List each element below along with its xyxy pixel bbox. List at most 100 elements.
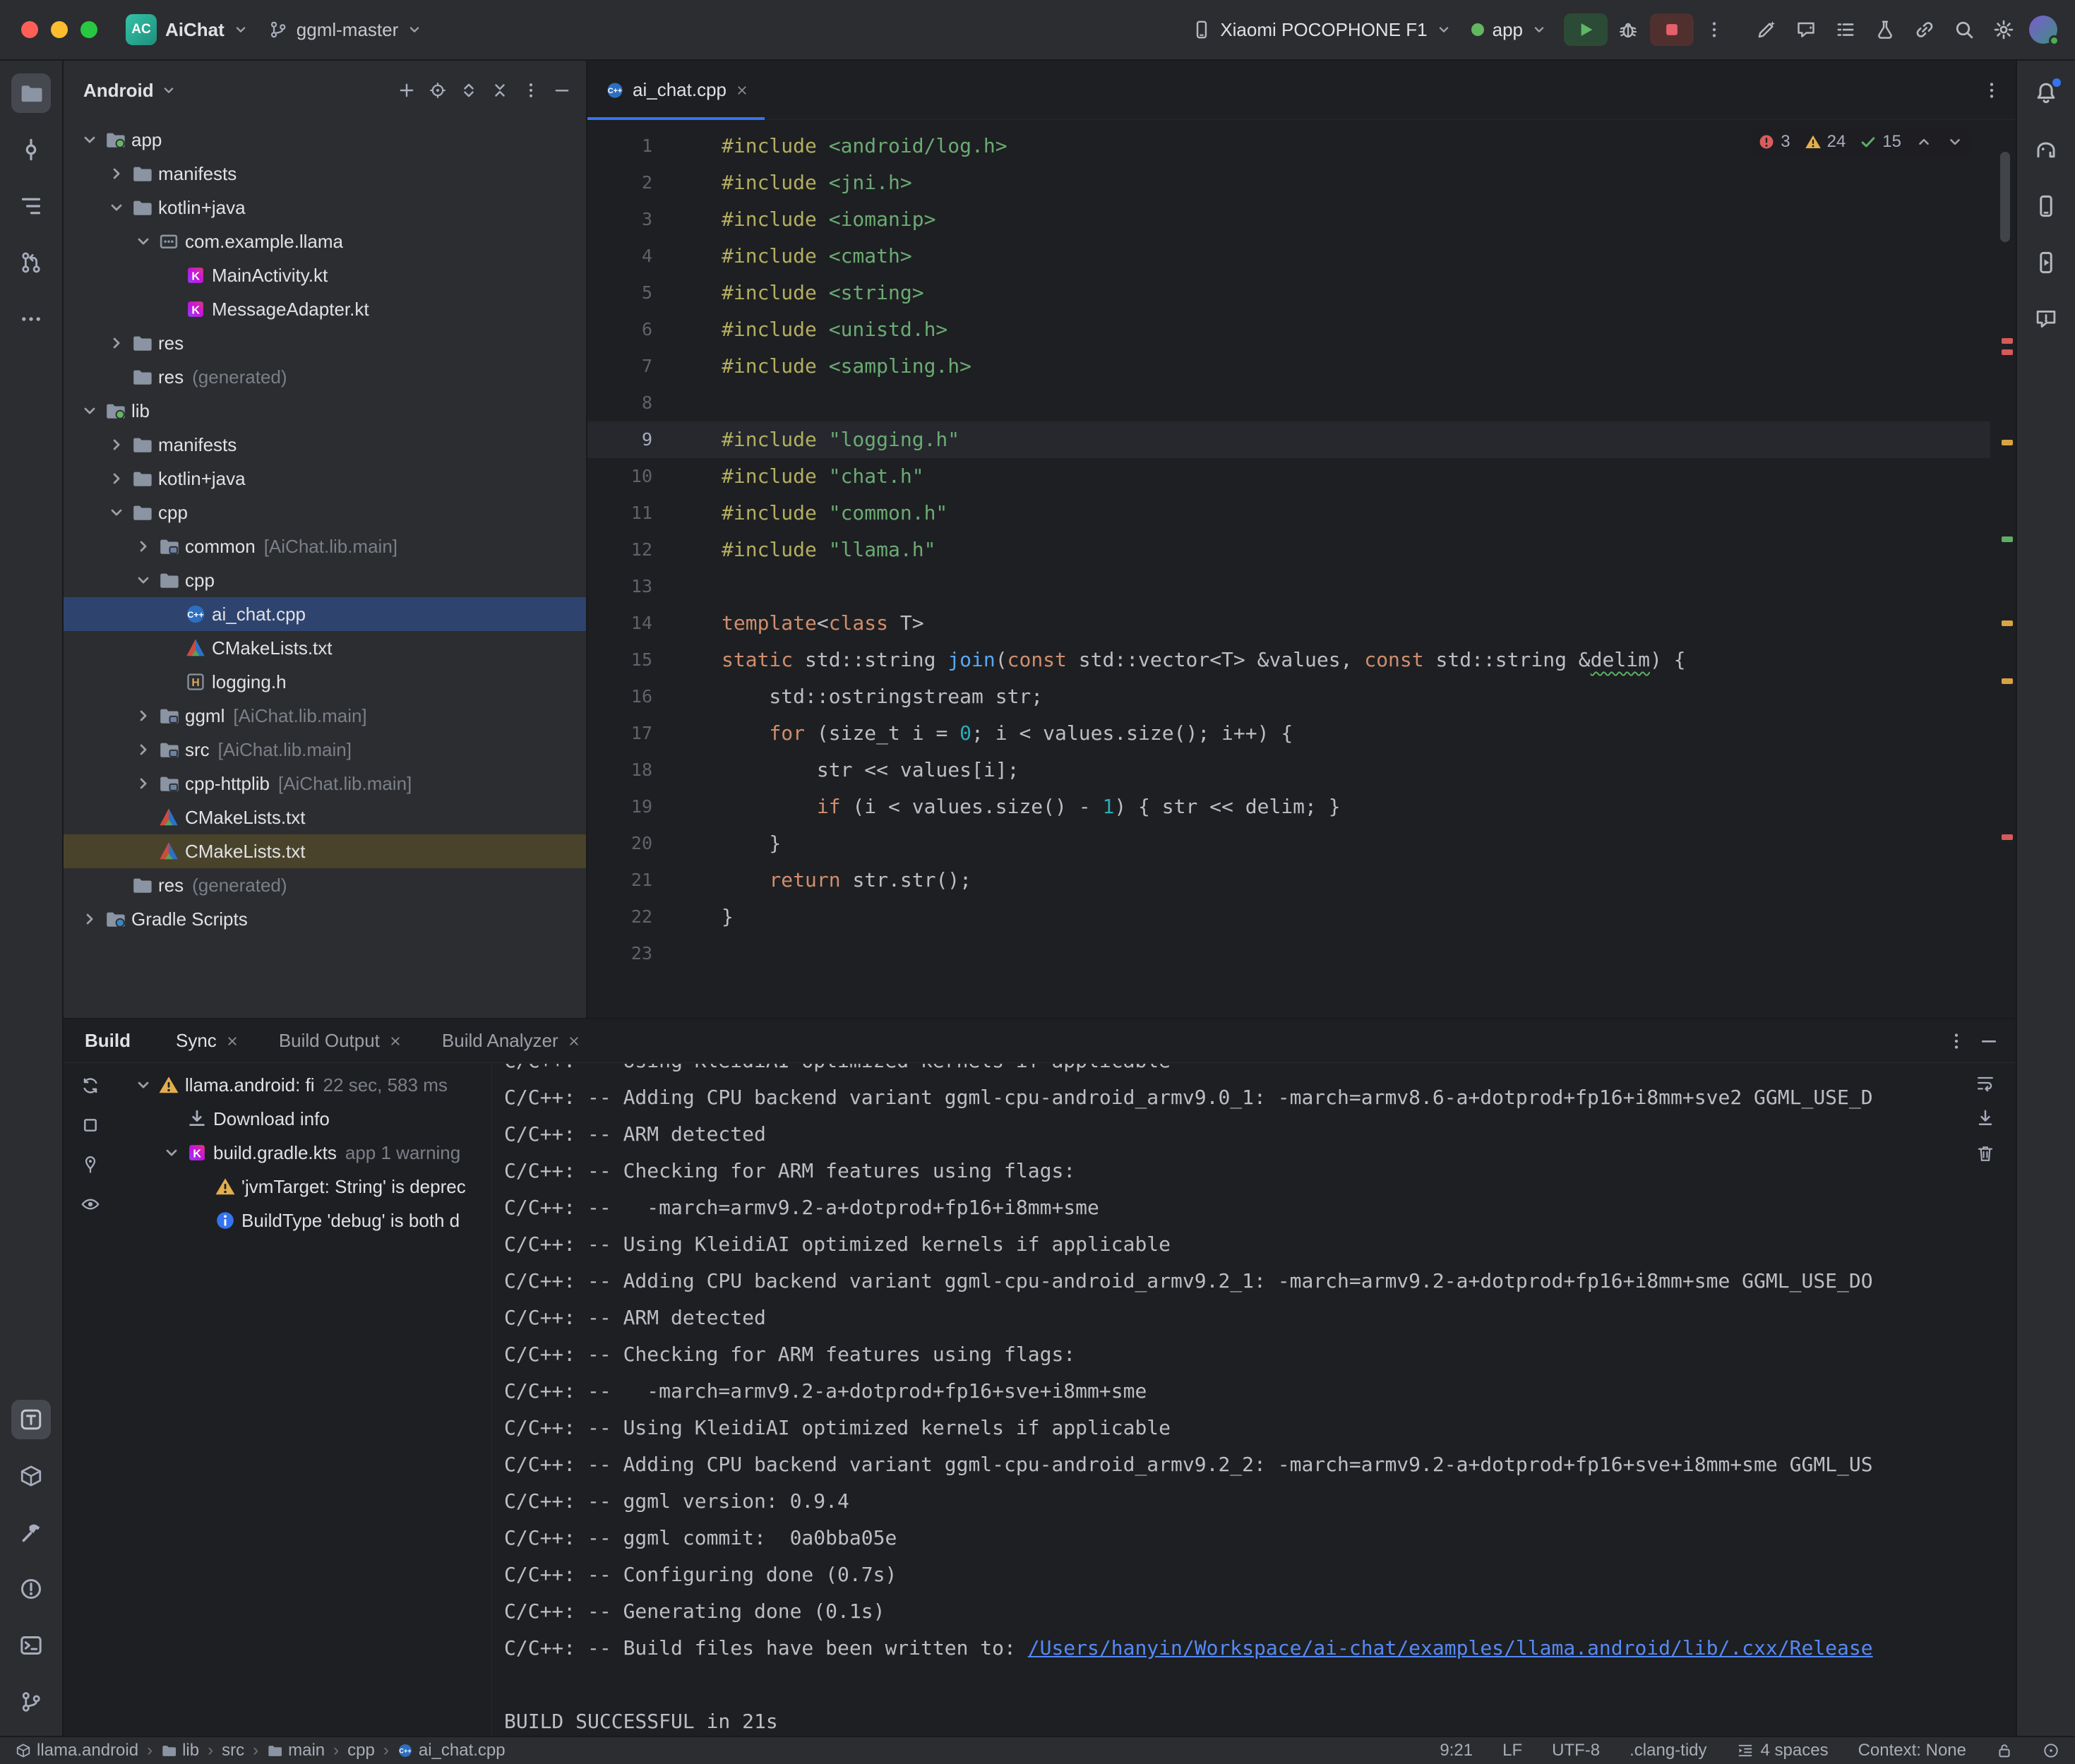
more-tool-windows-button[interactable] — [11, 299, 51, 339]
search-everywhere-button[interactable] — [1948, 13, 1980, 46]
breadcrumb-main[interactable]: main — [267, 1741, 325, 1760]
task-list-button[interactable] — [1829, 13, 1862, 46]
experiments-button[interactable] — [1869, 13, 1901, 46]
console-file-link[interactable]: /Users/hanyin/Workspace/ai-chat/examples… — [1028, 1636, 1873, 1660]
problems-tool-button[interactable] — [11, 1569, 51, 1609]
tree-item-ggml[interactable]: ggml[AiChat.lib.main] — [64, 699, 586, 733]
settings-button[interactable] — [1987, 13, 2020, 46]
breadcrumb-ai-chat-cpp[interactable]: C++ai_chat.cpp — [397, 1741, 506, 1760]
gradle-tool-button[interactable] — [2026, 130, 2066, 169]
debug-button[interactable] — [1612, 13, 1644, 46]
code-line-2[interactable]: 2#include <jni.h> — [587, 164, 1990, 201]
tree-item-res[interactable]: res(generated) — [64, 360, 586, 394]
tree-item-cmakelists-txt[interactable]: CMakeLists.txt — [64, 834, 586, 868]
run-configuration-selector[interactable]: app — [1461, 13, 1557, 47]
code-line-8[interactable]: 8 — [587, 385, 1990, 421]
tree-item-com-example-llama[interactable]: com.example.llama — [64, 224, 586, 258]
info-stripe-mark[interactable] — [2002, 536, 2013, 542]
more-run-actions-button[interactable] — [1698, 13, 1730, 46]
ide-indicator-icon[interactable] — [2043, 1742, 2059, 1759]
profile-button[interactable] — [2027, 13, 2059, 46]
passed-count[interactable]: 15 — [1860, 132, 1901, 152]
tree-item-cmakelists-txt[interactable]: CMakeLists.txt — [64, 631, 586, 665]
breadcrumb-src[interactable]: src — [222, 1741, 244, 1760]
make-tool-button[interactable] — [11, 1513, 51, 1552]
device-link-button[interactable] — [1908, 13, 1941, 46]
tree-item-common[interactable]: common[AiChat.lib.main] — [64, 529, 586, 563]
code-line-21[interactable]: 21 return str.str(); — [587, 862, 1990, 899]
build-tab-sync[interactable]: Sync — [176, 1030, 239, 1052]
error-count[interactable]: 3 — [1758, 132, 1790, 152]
ai-context[interactable]: Context: None — [1858, 1741, 1966, 1760]
previous-issue-button[interactable] — [1915, 133, 1932, 150]
caret-position[interactable]: 9:21 — [1440, 1741, 1473, 1760]
close-tab-button[interactable] — [735, 83, 749, 97]
build-panel-options-button[interactable] — [1947, 1031, 1966, 1051]
breadcrumb-cpp[interactable]: cpp — [347, 1741, 375, 1760]
warning-stripe-mark[interactable] — [2002, 620, 2013, 626]
structure-tool-button[interactable] — [11, 186, 51, 226]
lock-icon[interactable] — [1996, 1742, 2013, 1759]
code-line-20[interactable]: 20 } — [587, 825, 1990, 862]
version-control-tool-button[interactable] — [11, 1682, 51, 1722]
view-options-button[interactable] — [76, 1189, 105, 1219]
pin-tab-button[interactable] — [76, 1150, 105, 1180]
next-issue-button[interactable] — [1947, 133, 1963, 150]
editor-tab-options-button[interactable] — [1982, 80, 2002, 100]
soft-wrap-button[interactable] — [1972, 1069, 1999, 1096]
build-tab-build-analyzer[interactable]: Build Analyzer — [442, 1030, 581, 1052]
build-panel-title[interactable]: Build — [85, 1030, 131, 1052]
code-line-11[interactable]: 11#include "common.h" — [587, 495, 1990, 532]
collapse-all-button[interactable] — [486, 76, 514, 104]
project-view-selector[interactable]: Android — [83, 80, 154, 102]
code-line-19[interactable]: 19 if (i < values.size() - 1) { str << d… — [587, 788, 1990, 825]
tree-item-kotlin-java[interactable]: kotlin+java — [64, 191, 586, 224]
app-quality-insights-tool-button[interactable] — [2026, 299, 2066, 339]
tree-item-cmakelists-txt[interactable]: CMakeLists.txt — [64, 800, 586, 834]
close-window-button[interactable] — [21, 21, 38, 38]
code-line-9[interactable]: 9#include "logging.h" — [587, 421, 1990, 458]
error-stripe-mark[interactable] — [2002, 349, 2013, 355]
tree-item-messageadapter-kt[interactable]: KMessageAdapter.kt — [64, 292, 586, 326]
tree-item-app[interactable]: app — [64, 123, 586, 157]
tree-item-src[interactable]: src[AiChat.lib.main] — [64, 733, 586, 767]
code-line-12[interactable]: 12#include "llama.h" — [587, 532, 1990, 568]
tree-item-ai-chat-cpp[interactable]: C++ai_chat.cpp — [64, 597, 586, 631]
code-line-15[interactable]: 15static std::string join(const std::vec… — [587, 642, 1990, 678]
tree-item-lib[interactable]: lib — [64, 394, 586, 428]
indent-style[interactable]: 4 spaces — [1737, 1741, 1829, 1760]
build-console[interactable]: C/C++: -- Using KleidiAI optimized kerne… — [491, 1064, 2016, 1736]
gemini-chat-button[interactable] — [1790, 13, 1822, 46]
code-line-18[interactable]: 18 str << values[i]; — [587, 752, 1990, 788]
tree-item-llama-android-fi[interactable]: llama.android: fi22 sec, 583 ms — [117, 1068, 491, 1102]
build-tool-button[interactable] — [11, 1400, 51, 1439]
breadcrumb-lib[interactable]: lib — [161, 1741, 199, 1760]
editor-tab-ai-chat-cpp[interactable]: C++ ai_chat.cpp — [587, 61, 765, 120]
code-line-14[interactable]: 14template<class T> — [587, 605, 1990, 642]
hide-panel-button[interactable] — [548, 76, 576, 104]
clang-tidy-indicator[interactable]: .clang-tidy — [1629, 1741, 1706, 1760]
code-line-7[interactable]: 7#include <sampling.h> — [587, 348, 1990, 385]
code-line-6[interactable]: 6#include <unistd.h> — [587, 311, 1990, 348]
run-button[interactable] — [1564, 13, 1608, 46]
code-line-23[interactable]: 23 — [587, 935, 1990, 972]
code-line-3[interactable]: 3#include <iomanip> — [587, 201, 1990, 238]
build-tab-build-output[interactable]: Build Output — [279, 1030, 402, 1052]
stop-button[interactable] — [1650, 13, 1694, 46]
line-separator[interactable]: LF — [1502, 1741, 1522, 1760]
vcs-branch-selector[interactable]: ggml-master — [258, 13, 432, 47]
tree-item-buildtype-debug-is-both-d[interactable]: BuildType 'debug' is both d — [117, 1204, 491, 1237]
scroll-to-end-button[interactable] — [1972, 1105, 1999, 1132]
expand-all-button[interactable] — [455, 76, 483, 104]
inspections-widget[interactable]: 3 24 15 — [1751, 129, 1971, 155]
running-devices-tool-button[interactable] — [2026, 243, 2066, 282]
zoom-window-button[interactable] — [80, 21, 97, 38]
add-button[interactable] — [393, 76, 421, 104]
error-stripe-mark[interactable] — [2002, 338, 2013, 344]
pull-requests-tool-button[interactable] — [11, 243, 51, 282]
code-line-16[interactable]: 16 std::ostringstream str; — [587, 678, 1990, 715]
tree-item-cpp-httplib[interactable]: cpp-httplib[AiChat.lib.main] — [64, 767, 586, 800]
tree-item-gradle-scripts[interactable]: Gradle Scripts — [64, 902, 586, 936]
clear-all-button[interactable] — [1972, 1140, 1999, 1167]
code-line-10[interactable]: 10#include "chat.h" — [587, 458, 1990, 495]
